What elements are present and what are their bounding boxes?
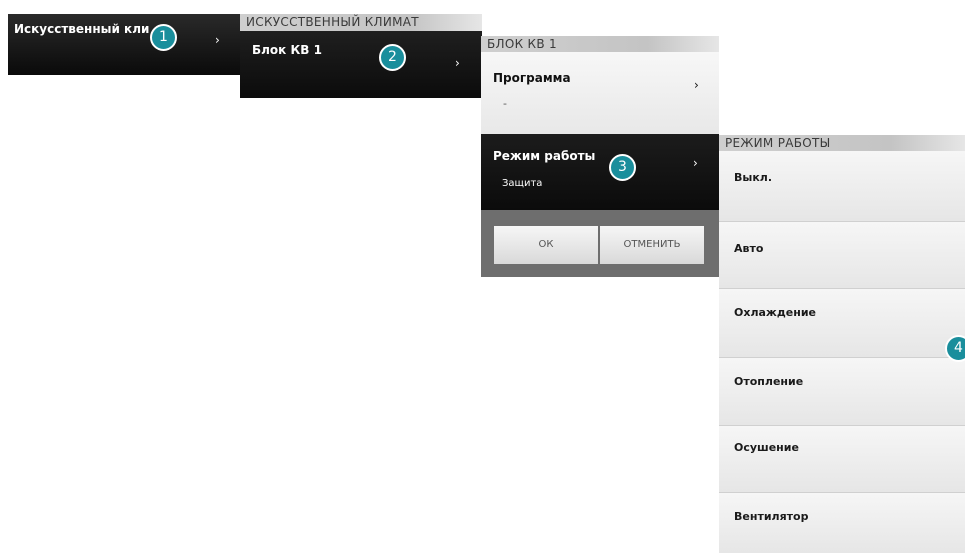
mode-value: Защита	[502, 178, 543, 189]
chevron-right-icon: ›	[215, 33, 220, 47]
mode-option-heating[interactable]: Отопление	[719, 358, 965, 426]
mode-option-fan[interactable]: Вентилятор	[719, 493, 965, 553]
step-badge-2: 2	[379, 44, 406, 71]
chevron-right-icon: ›	[455, 56, 460, 70]
mode-option-drying[interactable]: Осушение	[719, 426, 965, 493]
mode-option-off[interactable]: Выкл.	[719, 151, 965, 222]
program-label: Программа	[493, 71, 571, 85]
mode-option-label: Выкл.	[734, 171, 773, 184]
menu-item-artificial-climate[interactable]: Искусственный кли ›	[8, 14, 240, 75]
mode-label: Режим работы	[493, 149, 596, 163]
mode-option-cooling[interactable]: Охлаждение	[719, 289, 965, 358]
mode-option-auto[interactable]: Авто	[719, 222, 965, 289]
mode-option-label: Авто	[734, 242, 764, 255]
step-badge-1: 1	[150, 24, 177, 51]
step-badge-4: 4	[945, 335, 965, 362]
ok-button[interactable]: ОК	[494, 226, 598, 264]
menu-item-program[interactable]: Программа - ›	[481, 52, 719, 134]
step-badge-3: 3	[609, 154, 636, 181]
mode-option-label: Охлаждение	[734, 306, 816, 319]
mode-option-label: Отопление	[734, 375, 804, 388]
menu-item-operating-mode[interactable]: Режим работы Защита ›	[481, 134, 719, 210]
chevron-right-icon: ›	[694, 78, 699, 92]
menu-item-label: Блок КВ 1	[252, 43, 322, 57]
mode-option-label: Осушение	[734, 441, 799, 454]
chevron-right-icon: ›	[693, 156, 698, 170]
dialog-footer: ОК ОТМЕНИТЬ	[481, 210, 719, 277]
menu-item-unit-kv1[interactable]: Блок КВ 1 ›	[240, 31, 482, 98]
mode-option-label: Вентилятор	[734, 510, 809, 523]
program-value: -	[503, 97, 507, 110]
cancel-button[interactable]: ОТМЕНИТЬ	[600, 226, 704, 264]
panel-header-operating-mode: РЕЖИМ РАБОТЫ	[719, 135, 965, 151]
panel-header-unit-kv1: БЛОК КВ 1	[481, 36, 719, 52]
menu-item-label: Искусственный кли	[14, 22, 150, 36]
panel-header-climate: ИСКУССТВЕННЫЙ КЛИМАТ	[240, 14, 482, 31]
